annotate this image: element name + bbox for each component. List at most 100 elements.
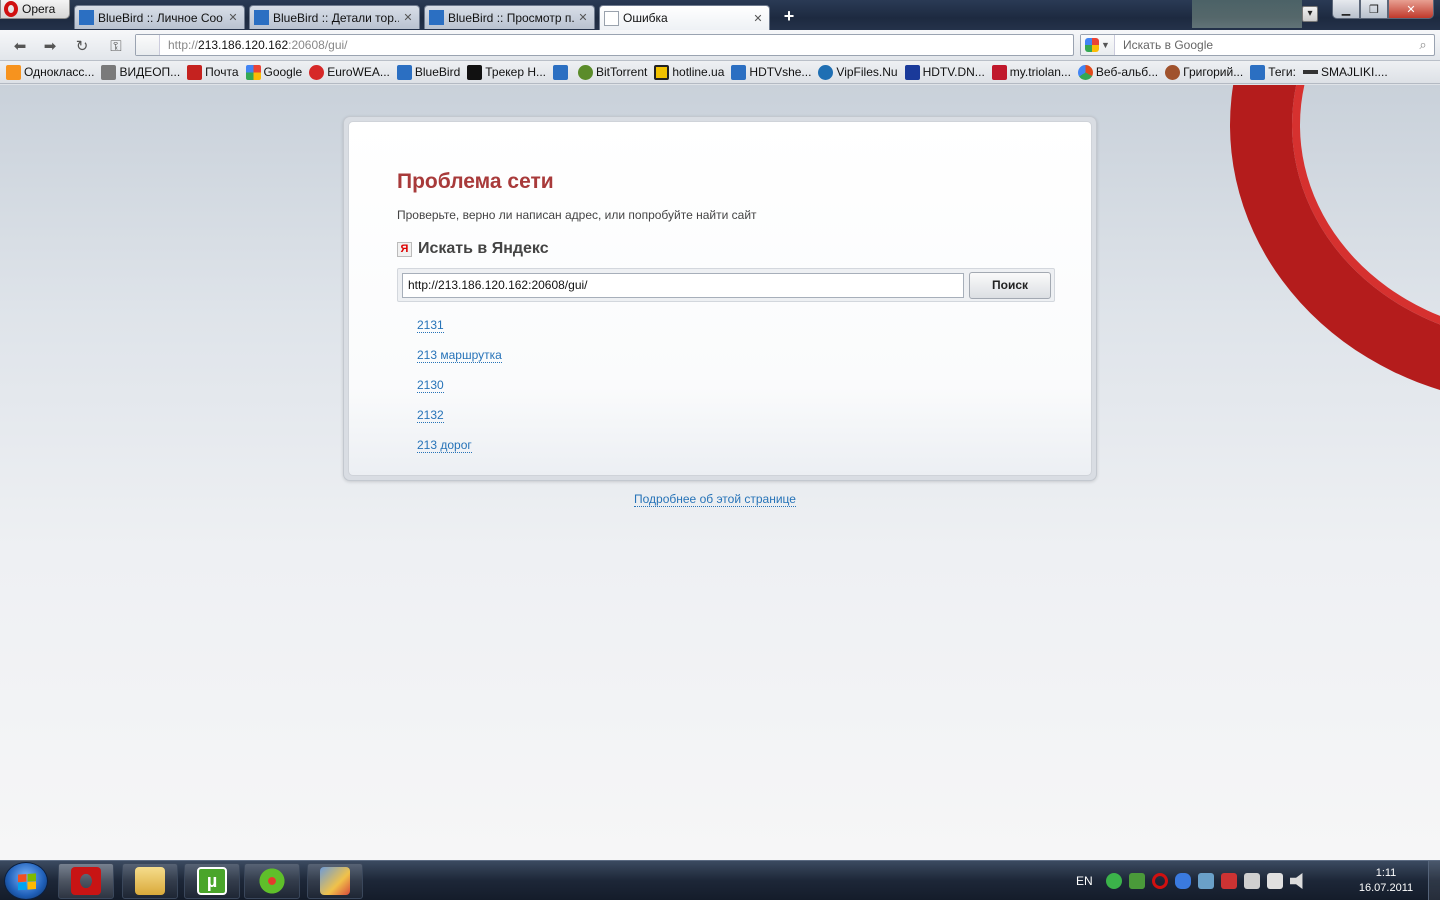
taskbar-app-explorer[interactable] — [122, 863, 178, 899]
usb-device-icon[interactable] — [1243, 873, 1260, 889]
suggestion-link[interactable]: 213 маршрутка — [417, 348, 502, 363]
tab-close-icon[interactable]: ✕ — [578, 11, 588, 24]
bluebird-favicon-icon — [1250, 64, 1266, 80]
bookmark-tracker[interactable]: Трекер Н... — [465, 64, 551, 80]
tab-close-icon[interactable]: ✕ — [753, 12, 763, 25]
search-placeholder: Искать в Google — [1123, 38, 1214, 52]
tab-title: BlueBird :: Детали тор... — [273, 10, 399, 25]
dash-icon — [1302, 70, 1318, 74]
yandex-search-button[interactable]: Поиск — [969, 272, 1051, 299]
search-field[interactable]: ▼ Искать в Google ⌕ — [1080, 34, 1435, 56]
reload-icon[interactable]: ↻ — [72, 36, 92, 56]
bookmark-hdtvdn[interactable]: HDTV.DN... — [903, 64, 990, 80]
bookmark-triolan[interactable]: my.triolan... — [990, 64, 1076, 80]
taskbar: µ EN 1:11 16.07.2011 — [0, 860, 1440, 900]
opera-menu-button[interactable]: Opera — [0, 0, 70, 19]
back-arrow-icon[interactable]: ⬅ — [10, 36, 30, 56]
yandex-icon: Я — [397, 241, 412, 257]
forward-arrow-icon[interactable]: ➡ — [40, 36, 60, 56]
yandex-search-input[interactable]: http://213.186.120.162:20608/gui/ — [402, 273, 964, 298]
bluebird-favicon-icon — [429, 10, 444, 25]
bookmark-bluebird[interactable]: BlueBird — [395, 64, 465, 80]
page-title: Проблема сети — [397, 170, 554, 193]
taskbar-app-icq[interactable] — [244, 863, 300, 899]
bookmark-bittorrent[interactable]: BitTorrent — [576, 64, 652, 80]
bookmark-hdtvshe[interactable]: HDTVshe... — [729, 64, 816, 80]
taskbar-app-utorrent[interactable]: µ — [184, 863, 240, 899]
suggestion-link[interactable]: 2132 — [417, 408, 444, 423]
clock-date: 16.07.2011 — [1358, 882, 1414, 894]
tab-error-active[interactable]: Ошибка ✕ — [599, 5, 770, 30]
opera-logo-icon — [4, 1, 18, 17]
tab-bar: Opera BlueBird :: Личное Соо... ✕ BlueBi… — [0, 0, 1440, 30]
error-description: Проверьте, верно ли написан адрес, или п… — [397, 208, 757, 222]
minimize-button[interactable]: ▁ — [1332, 0, 1360, 19]
bookmark-tags[interactable]: Теги: — [1248, 64, 1301, 80]
security-tray-icon[interactable] — [1128, 873, 1145, 889]
error-card: Проблема сети Проверьте, верно ли написа… — [348, 121, 1092, 476]
yandex-heading: Я Искать в Яндекс — [397, 240, 549, 258]
suggestion-link[interactable]: 213 дорог — [417, 438, 472, 453]
hd-icon — [904, 64, 920, 80]
close-window-button[interactable]: ✕ — [1388, 0, 1434, 19]
more-info-link[interactable]: Подробнее об этой странице — [634, 492, 796, 507]
suggestion-link[interactable]: 2131 — [417, 318, 444, 333]
bluetooth-icon[interactable] — [1174, 873, 1191, 889]
clock[interactable]: 1:11 16.07.2011 — [1350, 866, 1422, 896]
utorrent-tray-icon[interactable] — [1197, 873, 1214, 889]
bookmark-vipfiles[interactable]: VipFiles.Nu — [816, 64, 902, 80]
network-warning-icon[interactable] — [1220, 873, 1237, 889]
gear-icon — [1165, 64, 1181, 80]
video-icon — [101, 64, 117, 80]
page-viewport: Проблема сети Проверьте, верно ли написа… — [0, 85, 1440, 860]
search-icon[interactable]: ⌕ — [1412, 37, 1434, 53]
clock-time: 1:11 — [1375, 867, 1397, 879]
opera-menu-label: Opera — [22, 2, 56, 16]
bookmark-smajliki[interactable]: SMAJLIKI.... — [1301, 65, 1393, 79]
bittorrent-icon — [578, 64, 593, 80]
search-engine-selector[interactable]: ▼ — [1081, 35, 1115, 55]
taskbar-app-paint[interactable] — [307, 863, 363, 899]
bookmark-bluebird-2[interactable] — [551, 64, 576, 80]
address-field[interactable]: http://213.186.120.162:20608/gui/ — [135, 34, 1074, 56]
bookmark-odnoklassniki[interactable]: Однокласс... — [4, 64, 99, 80]
bookmark-euroweather[interactable]: EuroWEA... — [307, 64, 395, 80]
wand-key-icon[interactable]: ⚿ — [104, 36, 128, 56]
opera-tray-icon[interactable] — [1151, 873, 1168, 889]
icq-flower-icon — [257, 867, 287, 895]
tab-bluebird-3[interactable]: BlueBird :: Просмотр п... ✕ — [424, 5, 595, 29]
tab-close-icon[interactable]: ✕ — [403, 11, 413, 24]
tab-list-icon[interactable]: ▾ — [1302, 6, 1318, 22]
icq-tray-icon[interactable] — [1105, 873, 1122, 889]
bookmark-video[interactable]: ВИДЕОП... — [99, 64, 185, 80]
bluebird-favicon-icon — [79, 10, 94, 25]
bookmark-mail[interactable]: Почта — [185, 64, 243, 80]
bookmark-google[interactable]: Google — [244, 64, 308, 80]
speaker-icon[interactable] — [1289, 873, 1303, 889]
tab-bluebird-1[interactable]: BlueBird :: Личное Соо... ✕ — [74, 5, 245, 29]
bookmark-webalbum[interactable]: Веб-альб... — [1076, 64, 1163, 80]
gmail-icon — [187, 64, 203, 80]
taskbar-app-opera[interactable] — [58, 863, 114, 899]
language-indicator[interactable]: EN — [1076, 874, 1093, 888]
opera-watermark-icon — [1230, 85, 1440, 405]
system-tray: EN — [1076, 861, 1306, 900]
show-desktop-button[interactable] — [1428, 861, 1440, 900]
address-url: http://213.186.120.162:20608/gui/ — [168, 38, 348, 52]
tab-bluebird-2[interactable]: BlueBird :: Детали тор... ✕ — [249, 5, 420, 29]
bookmark-grigoriy[interactable]: Григорий... — [1163, 64, 1248, 80]
yandex-search-form: http://213.186.120.162:20608/gui/ Поиск — [397, 268, 1055, 302]
start-button[interactable] — [4, 862, 48, 900]
suggestion-link[interactable]: 2130 — [417, 378, 444, 393]
paint-palette-icon — [320, 867, 350, 895]
display-icon[interactable] — [1266, 873, 1283, 889]
document-icon — [604, 10, 619, 26]
star-icon — [991, 64, 1007, 80]
hotline-icon — [654, 64, 670, 80]
tab-close-icon[interactable]: ✕ — [228, 11, 238, 24]
maximize-button[interactable]: ❐ — [1360, 0, 1388, 19]
bookmark-hotline[interactable]: hotline.ua — [652, 64, 729, 80]
site-badge-icon[interactable] — [136, 35, 160, 55]
new-tab-button[interactable]: + — [781, 7, 797, 25]
picasa-icon — [1077, 64, 1093, 80]
